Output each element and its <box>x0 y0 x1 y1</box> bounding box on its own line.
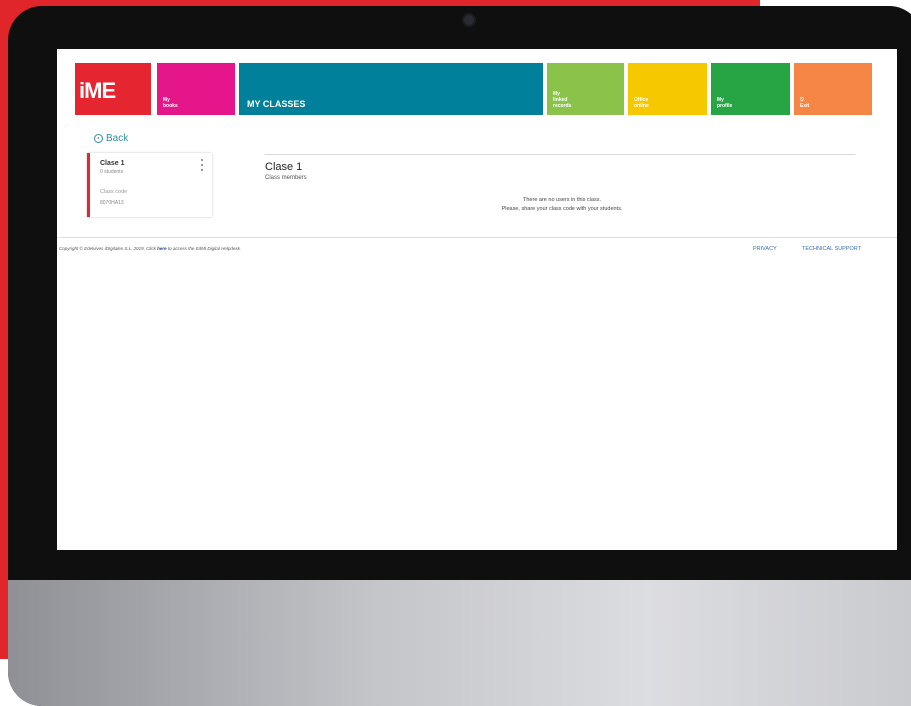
monitor-frame: iME My books MY CLASSES My linked record… <box>8 6 911 706</box>
monitor-chin <box>8 580 911 706</box>
class-title: Clase 1 <box>265 161 303 173</box>
back-label: Back <box>106 133 129 144</box>
copyright-pre: Copyright © Edelvives iDIgitales S.L. 20… <box>59 246 158 251</box>
back-button[interactable]: Back <box>94 133 128 144</box>
empty-state-line-1: There are no users in this class. <box>523 197 601 203</box>
tab-my-classes-label: MY CLASSES <box>247 99 306 109</box>
class-card-code: 8070HA13 <box>100 200 124 206</box>
tile-my-linked-records[interactable]: My linked records <box>547 63 624 115</box>
brand-logo[interactable]: iME <box>75 63 151 115</box>
logo-text: iME <box>79 78 116 103</box>
tile-office-online-label: Office online <box>634 97 649 109</box>
tile-my-profile[interactable]: My profile <box>711 63 790 115</box>
class-members-heading: Class members <box>265 175 307 181</box>
tab-my-classes[interactable]: MY CLASSES <box>239 63 543 115</box>
helpdesk-link[interactable]: here <box>157 246 167 251</box>
tile-my-books[interactable]: My books <box>157 63 235 115</box>
class-card-title: Clase 1 <box>100 160 125 167</box>
copyright-post: to access the EdMI Digital Helpdesk. <box>166 246 242 251</box>
tile-exit-label: ⎋ Exit <box>800 97 810 109</box>
screen: iME My books MY CLASSES My linked record… <box>57 49 897 550</box>
tile-exit[interactable]: ⎋ Exit <box>794 63 872 115</box>
class-card-code-label: Class code <box>100 189 128 195</box>
privacy-link[interactable]: PRIVACY <box>753 246 777 252</box>
class-card[interactable]: Clase 1 0 students Class code 8070HA13 <box>87 153 212 217</box>
class-card-students: 0 students <box>100 169 124 175</box>
empty-state-line-2: Please, share your class code with your … <box>501 206 623 212</box>
back-arrow-icon <box>94 134 103 143</box>
tile-my-books-label: My books <box>163 97 178 109</box>
more-options-icon[interactable] <box>201 159 204 171</box>
empty-state-message: There are no users in this class. Please… <box>462 196 662 214</box>
content-divider <box>265 154 855 155</box>
tile-office-online[interactable]: Office online <box>628 63 707 115</box>
tile-my-profile-label: My profile <box>717 97 733 109</box>
webcam-icon <box>464 15 474 25</box>
footer-divider <box>57 237 897 238</box>
copyright-text: Copyright © Edelvives iDIgitales S.L. 20… <box>59 246 241 251</box>
tile-linked-records-label: My linked records <box>553 91 572 109</box>
technical-support-link[interactable]: TECHNICAL SUPPORT <box>802 246 861 252</box>
